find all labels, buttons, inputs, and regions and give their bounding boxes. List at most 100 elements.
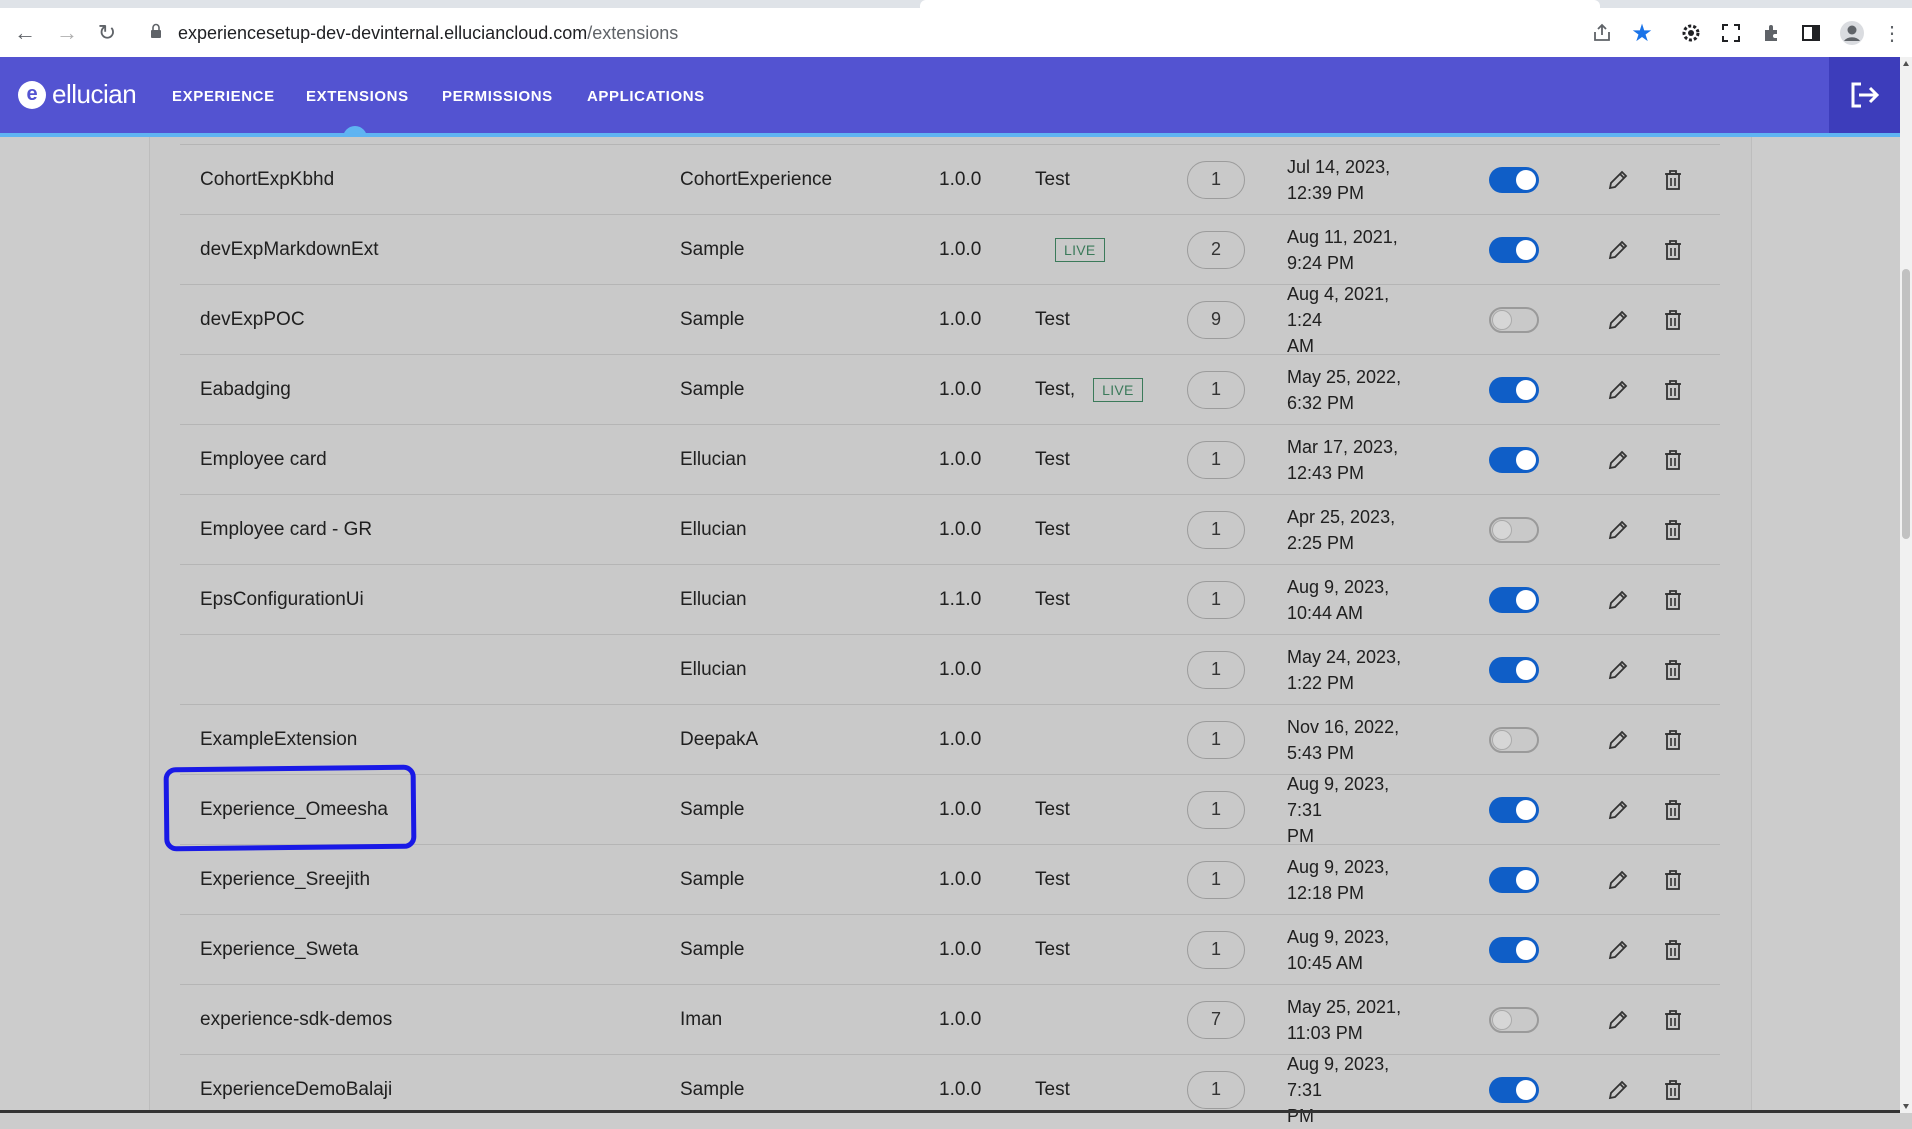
- count-badge[interactable]: 1: [1187, 1070, 1245, 1109]
- enable-toggle[interactable]: [1489, 1076, 1539, 1103]
- nav-tab-applications[interactable]: APPLICATIONS: [587, 88, 705, 105]
- count-badge[interactable]: 1: [1187, 510, 1245, 549]
- edit-pencil-icon[interactable]: [1605, 517, 1631, 543]
- toggle-knob: [1516, 169, 1536, 190]
- enable-toggle[interactable]: [1489, 306, 1539, 333]
- enable-toggle[interactable]: [1489, 1006, 1539, 1033]
- count-badge[interactable]: 9: [1187, 300, 1245, 339]
- table-row: Ellucian 1.0.0 1 May 24, 2023, 1:22 PM: [180, 634, 1720, 704]
- count-cell: 1: [1187, 705, 1245, 774]
- env-text: Test: [1035, 168, 1070, 190]
- toggle-cell: [1489, 425, 1539, 494]
- count-badge[interactable]: 1: [1187, 580, 1245, 619]
- extension-owner: DeepakA: [680, 728, 759, 750]
- enable-toggle[interactable]: [1489, 796, 1539, 823]
- toggle-knob: [1516, 239, 1536, 260]
- extension-gear-icon[interactable]: [1677, 19, 1705, 47]
- delete-trash-icon[interactable]: [1660, 517, 1686, 543]
- extension-owner: Sample: [680, 1078, 745, 1100]
- delete-trash-icon[interactable]: [1660, 727, 1686, 753]
- edit-pencil-icon[interactable]: [1605, 937, 1631, 963]
- count-badge[interactable]: 1: [1187, 370, 1245, 409]
- delete-trash-icon[interactable]: [1660, 1007, 1686, 1033]
- share-icon[interactable]: [1588, 19, 1616, 47]
- edit-pencil-icon[interactable]: [1605, 867, 1631, 893]
- count-badge[interactable]: 1: [1187, 860, 1245, 899]
- count-badge[interactable]: 1: [1187, 650, 1245, 689]
- edit-pencil-icon[interactable]: [1605, 237, 1631, 263]
- nav-tab-experience[interactable]: EXPERIENCE: [172, 88, 275, 105]
- profile-avatar-icon[interactable]: [1838, 19, 1866, 47]
- nav-tab-permissions[interactable]: PERMISSIONS: [442, 88, 553, 105]
- nav-tab-extensions[interactable]: EXTENSIONS: [306, 88, 409, 105]
- extension-version: 1.0.0: [939, 308, 982, 330]
- enable-toggle[interactable]: [1489, 936, 1539, 963]
- sign-out-button[interactable]: [1829, 57, 1900, 133]
- page-scrollbar[interactable]: [1900, 57, 1912, 1113]
- count-badge[interactable]: 1: [1187, 790, 1245, 829]
- edit-pencil-icon[interactable]: [1605, 657, 1631, 683]
- extension-name: EpsConfigurationUi: [200, 588, 364, 610]
- count-badge[interactable]: 1: [1187, 160, 1245, 199]
- delete-trash-icon[interactable]: [1660, 307, 1686, 333]
- table-row: experience-sdk-demos Iman 1.0.0 7 May 25, 20…: [180, 984, 1720, 1054]
- count-badge[interactable]: 1: [1187, 930, 1245, 969]
- delete-trash-icon[interactable]: [1660, 937, 1686, 963]
- enable-toggle[interactable]: [1489, 236, 1539, 263]
- forward-icon[interactable]: →: [54, 20, 80, 46]
- table-row: ExampleExtension DeepakA 1.0.0 1 Nov 16, 202…: [180, 704, 1720, 774]
- back-icon[interactable]: ←: [12, 20, 38, 46]
- extension-name: Employee card: [200, 448, 327, 470]
- edit-pencil-icon[interactable]: [1605, 727, 1631, 753]
- count-badge[interactable]: 1: [1187, 440, 1245, 479]
- edit-pencil-icon[interactable]: [1605, 1077, 1631, 1103]
- delete-trash-icon[interactable]: [1660, 587, 1686, 613]
- delete-trash-icon[interactable]: [1660, 797, 1686, 823]
- active-tab[interactable]: [920, 0, 1600, 8]
- delete-trash-icon[interactable]: [1660, 167, 1686, 193]
- delete-cell: [1660, 705, 1686, 774]
- delete-trash-icon[interactable]: [1660, 377, 1686, 403]
- bookmark-star-icon[interactable]: ★: [1628, 19, 1656, 47]
- date-cell: Mar 17, 2023, 12:43 PM: [1287, 425, 1427, 494]
- extension-owner: Sample: [680, 868, 745, 890]
- side-panel-icon[interactable]: [1797, 19, 1825, 47]
- enable-toggle[interactable]: [1489, 376, 1539, 403]
- enable-toggle[interactable]: [1489, 516, 1539, 543]
- count-badge[interactable]: 7: [1187, 1000, 1245, 1039]
- count-badge[interactable]: 1: [1187, 720, 1245, 759]
- browser-menu-icon[interactable]: ⋮: [1878, 19, 1906, 47]
- browser-tabstrip: [0, 0, 1912, 8]
- edit-pencil-icon[interactable]: [1605, 377, 1631, 403]
- enable-toggle[interactable]: [1489, 586, 1539, 613]
- enable-toggle[interactable]: [1489, 656, 1539, 683]
- delete-trash-icon[interactable]: [1660, 447, 1686, 473]
- delete-trash-icon[interactable]: [1660, 1077, 1686, 1103]
- edit-pencil-icon[interactable]: [1605, 587, 1631, 613]
- reload-icon[interactable]: ↻: [94, 20, 120, 46]
- edit-pencil-icon[interactable]: [1605, 797, 1631, 823]
- extensions-puzzle-icon[interactable]: [1758, 19, 1786, 47]
- scroll-thumb[interactable]: [1902, 269, 1910, 539]
- env-text: Test: [1035, 868, 1070, 890]
- delete-trash-icon[interactable]: [1660, 867, 1686, 893]
- extension-owner: Sample: [680, 308, 745, 330]
- ellucian-logo[interactable]: e ellucian: [18, 79, 137, 110]
- delete-trash-icon[interactable]: [1660, 237, 1686, 263]
- screenshot-icon[interactable]: [1717, 19, 1745, 47]
- enable-toggle[interactable]: [1489, 726, 1539, 753]
- enable-toggle[interactable]: [1489, 166, 1539, 193]
- enable-toggle[interactable]: [1489, 446, 1539, 473]
- env-text: Test: [1035, 448, 1070, 470]
- edit-pencil-icon[interactable]: [1605, 307, 1631, 333]
- edit-pencil-icon[interactable]: [1605, 1007, 1631, 1033]
- count-badge[interactable]: 2: [1187, 230, 1245, 269]
- scroll-up-icon[interactable]: [1903, 61, 1909, 66]
- table-row: Experience_Sweta Sample 1.0.0 Test 1 Aug 9, 2…: [180, 914, 1720, 984]
- edit-pencil-icon[interactable]: [1605, 447, 1631, 473]
- scroll-down-icon[interactable]: [1903, 1104, 1909, 1109]
- enable-toggle[interactable]: [1489, 866, 1539, 893]
- edit-pencil-icon[interactable]: [1605, 167, 1631, 193]
- delete-trash-icon[interactable]: [1660, 657, 1686, 683]
- address-bar[interactable]: experiencesetup-dev-devinternal.ellucian…: [138, 14, 1574, 51]
